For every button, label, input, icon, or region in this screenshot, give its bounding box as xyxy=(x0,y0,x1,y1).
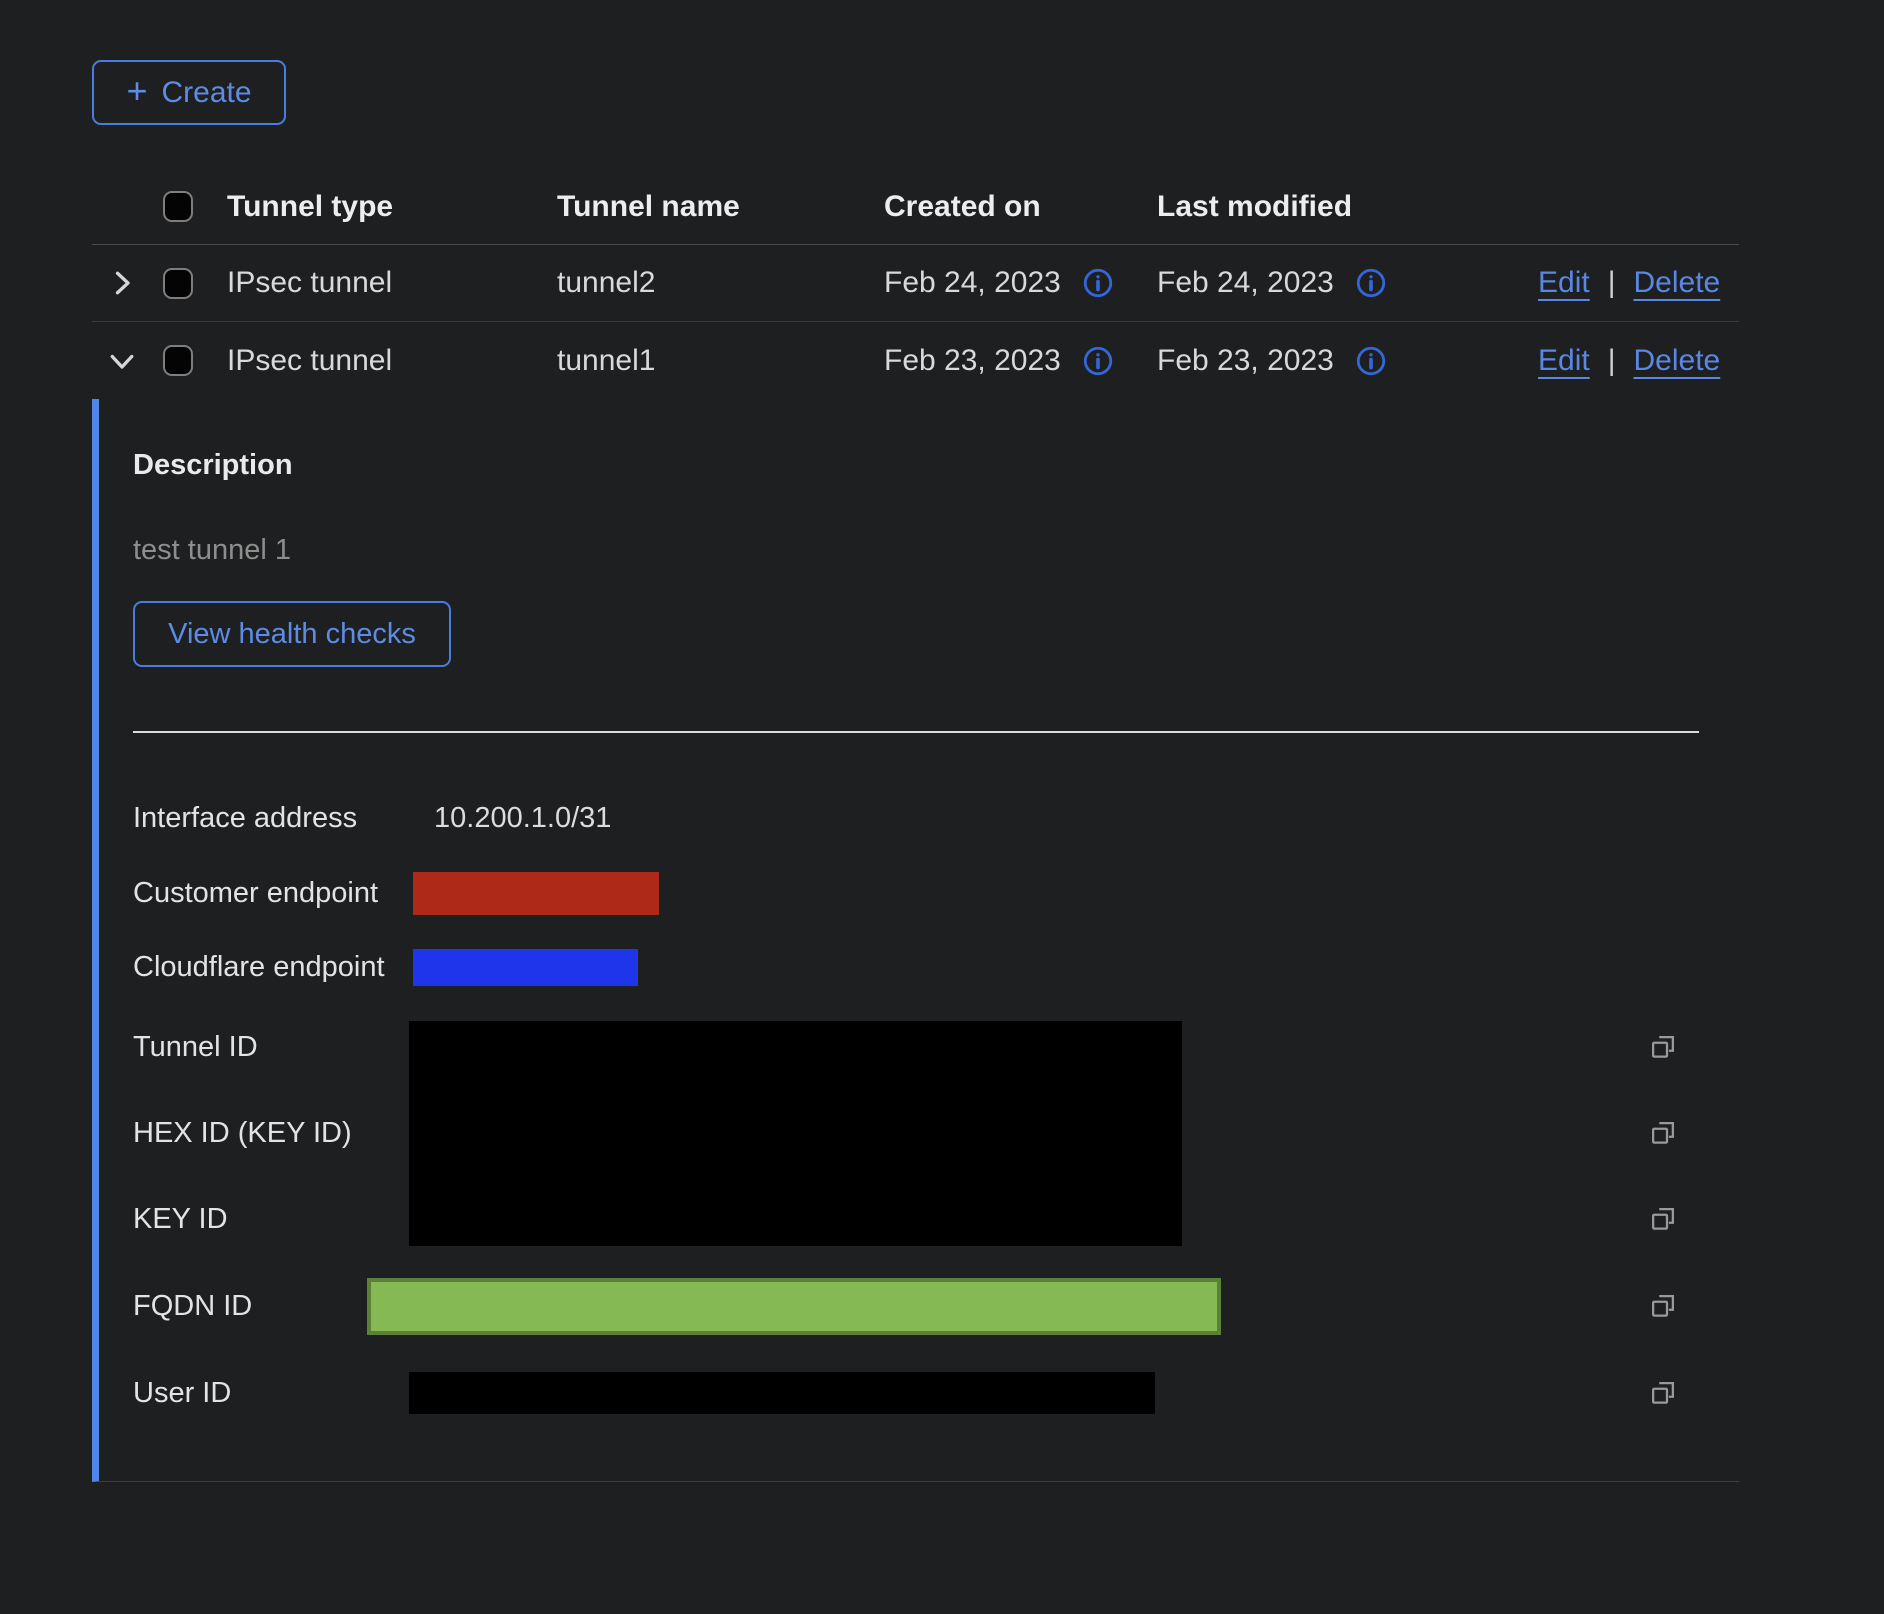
collapse-row-button[interactable] xyxy=(92,343,163,379)
created-on-cell: Feb 23, 2023 xyxy=(884,344,1157,378)
copy-icon[interactable] xyxy=(1647,1290,1679,1322)
copy-icon[interactable] xyxy=(1647,1377,1679,1409)
created-on-cell: Feb 24, 2023 xyxy=(884,266,1157,300)
header-tunnel-type: Tunnel type xyxy=(227,190,557,224)
last-modified-cell: Feb 24, 2023 xyxy=(1157,266,1538,300)
edit-link[interactable]: Edit xyxy=(1538,266,1590,300)
section-divider xyxy=(133,731,1699,733)
tunnel-id-copy xyxy=(1587,1004,1739,1090)
row-actions: Edit | Delete xyxy=(1538,344,1748,378)
copy-icon[interactable] xyxy=(1647,1117,1679,1149)
description-value: test tunnel 1 xyxy=(133,534,1739,567)
ids-redacted-value xyxy=(409,1021,1182,1246)
create-button-label: Create xyxy=(161,76,251,110)
chevron-down-icon xyxy=(104,343,140,379)
last-modified-cell: Feb 23, 2023 xyxy=(1157,344,1538,378)
interface-address-value: 10.200.1.0/31 xyxy=(409,802,1587,835)
key-id-label: KEY ID xyxy=(133,1203,409,1236)
actions-separator: | xyxy=(1608,266,1616,300)
cloudflare-endpoint-redacted-value xyxy=(413,949,638,986)
tunnel-fields: Interface address 10.200.1.0/31 Customer… xyxy=(133,780,1739,1436)
copy-icon[interactable] xyxy=(1647,1031,1679,1063)
description-label: Description xyxy=(133,449,1739,482)
last-modified-value: Feb 23, 2023 xyxy=(1157,344,1334,378)
tunnel-type-cell: IPsec tunnel xyxy=(227,266,557,300)
select-all-checkbox[interactable] xyxy=(163,191,193,222)
cloudflare-endpoint-label: Cloudflare endpoint xyxy=(133,951,409,984)
hex-id-label: HEX ID (KEY ID) xyxy=(133,1117,409,1150)
user-id-copy xyxy=(1587,1350,1739,1436)
create-button[interactable]: + Create xyxy=(92,60,286,125)
tunnels-page: + Create Tunnel type Tunnel name Created… xyxy=(92,60,1739,1482)
customer-endpoint-redacted-value xyxy=(413,872,659,915)
table-row: IPsec tunnel tunnel1 Feb 23, 2023 Feb 23… xyxy=(92,322,1739,399)
fqdn-id-copy xyxy=(1587,1262,1739,1350)
last-modified-value: Feb 24, 2023 xyxy=(1157,266,1334,300)
tunnels-table: Tunnel type Tunnel name Created on Last … xyxy=(92,169,1739,1482)
fqdn-id-redacted-value xyxy=(367,1278,1221,1335)
user-id-label: User ID xyxy=(133,1377,409,1410)
tunnel-name-cell: tunnel1 xyxy=(557,344,884,378)
view-health-checks-button[interactable]: View health checks xyxy=(133,601,451,667)
user-id-redacted-value xyxy=(409,1372,1155,1414)
tunnel-type-cell: IPsec tunnel xyxy=(227,344,557,378)
header-last-modified: Last modified xyxy=(1157,190,1538,224)
row-checkbox[interactable] xyxy=(163,345,193,376)
hex-id-copy xyxy=(1587,1090,1739,1176)
tunnel-details-panel: Description test tunnel 1 View health ch… xyxy=(92,399,1739,1482)
tunnel-name-cell: tunnel2 xyxy=(557,266,884,300)
header-created-on: Created on xyxy=(884,190,1157,224)
expand-row-button[interactable] xyxy=(92,265,163,301)
copy-icon[interactable] xyxy=(1647,1203,1679,1235)
header-tunnel-name: Tunnel name xyxy=(557,190,884,224)
info-icon[interactable] xyxy=(1081,344,1115,378)
table-header-row: Tunnel type Tunnel name Created on Last … xyxy=(92,169,1739,245)
table-row: IPsec tunnel tunnel2 Feb 24, 2023 Feb 24… xyxy=(92,245,1739,322)
created-on-value: Feb 23, 2023 xyxy=(884,344,1061,378)
tunnel-id-label: Tunnel ID xyxy=(133,1031,409,1064)
plus-icon: + xyxy=(126,73,147,109)
view-health-checks-label: View health checks xyxy=(168,618,416,651)
key-id-copy xyxy=(1587,1176,1739,1262)
interface-address-label: Interface address xyxy=(133,802,409,835)
info-icon[interactable] xyxy=(1354,344,1388,378)
info-icon[interactable] xyxy=(1354,266,1388,300)
created-on-value: Feb 24, 2023 xyxy=(884,266,1061,300)
edit-link[interactable]: Edit xyxy=(1538,344,1590,378)
row-checkbox[interactable] xyxy=(163,268,193,299)
customer-endpoint-label: Customer endpoint xyxy=(133,877,409,910)
chevron-right-icon xyxy=(104,265,140,301)
delete-link[interactable]: Delete xyxy=(1634,266,1721,300)
info-icon[interactable] xyxy=(1081,266,1115,300)
delete-link[interactable]: Delete xyxy=(1634,344,1721,378)
row-actions: Edit | Delete xyxy=(1538,266,1748,300)
actions-separator: | xyxy=(1608,344,1616,378)
